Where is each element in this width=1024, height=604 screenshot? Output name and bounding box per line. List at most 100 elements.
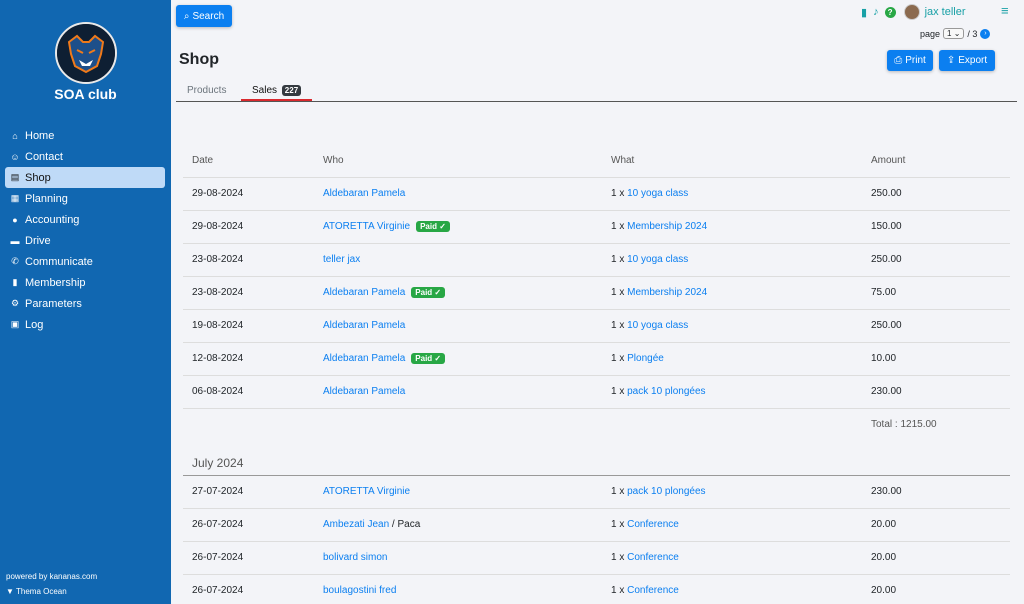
sale-date: 06-08-2024: [183, 375, 314, 409]
customer-link[interactable]: Aldebaran Pamela: [323, 386, 405, 397]
product-link[interactable]: Membership 2024: [627, 221, 707, 232]
header-date[interactable]: Date: [183, 144, 314, 178]
sale-what-cell: 1 x 10 yoga class: [602, 243, 862, 277]
table-row: 12-08-2024 Aldebaran Pamela Paid ✓ 1 x Plon…: [183, 342, 1010, 376]
calendar-icon: ▦: [10, 193, 20, 203]
sidebar-item-communicate[interactable]: ✆ Communicate: [5, 251, 165, 272]
username-link[interactable]: jax teller: [925, 6, 966, 18]
sale-amount: 20.00: [862, 508, 1010, 542]
sidebar-item-membership[interactable]: ▮ Membership: [5, 272, 165, 293]
powered-by-text[interactable]: powered by kananas.com: [6, 572, 97, 581]
customer-link[interactable]: Aldebaran Pamela: [323, 287, 405, 298]
theme-label[interactable]: ▼ Thema Ocean: [6, 587, 67, 596]
table-row: 19-08-2024 Aldebaran Pamela 1 x 10 yoga cl…: [183, 309, 1010, 343]
sidebar-item-shop[interactable]: ▤ Shop: [5, 167, 165, 188]
sale-what-cell: 1 x Plongée: [602, 342, 862, 376]
sidebar-item-accounting[interactable]: ● Accounting: [5, 209, 165, 230]
next-page-icon[interactable]: ›: [980, 28, 991, 39]
table-row: 29-08-2024 ATORETTA Virginie Paid ✓ 1 x Mem…: [183, 210, 1010, 244]
search-icon: ⌕: [183, 10, 190, 22]
table-row: 26-07-2024 boulagostini fred 1 x Conferenc…: [183, 574, 1010, 604]
sidebar-item-home[interactable]: ⌂ Home: [5, 125, 165, 146]
table-row: 27-07-2024 ATORETTA Virginie 1 x pack 10 p…: [183, 475, 1010, 509]
sale-what-cell: 1 x Membership 2024: [602, 210, 862, 244]
sidebar-item-planning[interactable]: ▦ Planning: [5, 188, 165, 209]
sidebar-item-contact[interactable]: ☺ Contact: [5, 146, 165, 167]
avatar[interactable]: [903, 4, 920, 20]
product-link[interactable]: pack 10 plongées: [627, 386, 705, 397]
product-link[interactable]: Conference: [627, 519, 679, 530]
page-title: Shop: [179, 51, 219, 68]
tab-products[interactable]: Products: [187, 85, 226, 96]
paint-roller-icon: ▼: [6, 587, 14, 596]
product-link[interactable]: 10 yoga class: [627, 320, 688, 331]
sidebar-item-parameters[interactable]: ⚙ Parameters: [5, 293, 165, 314]
product-link[interactable]: Plongée: [627, 353, 664, 364]
customer-link[interactable]: Ambezati Jean: [323, 519, 389, 530]
product-link[interactable]: Membership 2024: [627, 287, 707, 298]
bookmark-icon[interactable]: ▮: [861, 6, 867, 19]
paid-badge: Paid ✓: [411, 353, 446, 364]
customer-extra: / Paca: [389, 519, 421, 530]
customer-link[interactable]: ATORETTA Virginie: [323, 486, 410, 497]
tab-sales-label: Sales: [252, 85, 278, 96]
sidebar-item-drive[interactable]: ▬ Drive: [5, 230, 165, 251]
product-link[interactable]: 10 yoga class: [627, 254, 688, 265]
search-button[interactable]: ⌕ Search: [176, 5, 232, 27]
help-icon[interactable]: ?: [884, 6, 896, 18]
customer-link[interactable]: Aldebaran Pamela: [323, 188, 405, 199]
sidebar-item-label: Shop: [25, 171, 51, 184]
customer-link[interactable]: Aldebaran Pamela: [323, 320, 405, 331]
sale-what-cell: 1 x Conference: [602, 541, 862, 575]
sale-who-cell: boulagostini fred: [314, 574, 602, 604]
product-link[interactable]: pack 10 plongées: [627, 486, 705, 497]
table-row: 29-08-2024 Aldebaran Pamela 1 x 10 yoga cl…: [183, 177, 1010, 211]
sidebar-item-label: Planning: [25, 192, 68, 205]
export-button-label: Export: [958, 55, 988, 66]
pagination: page 1 ⌄ / 3 ›: [920, 28, 991, 39]
home-icon: ⌂: [12, 130, 18, 141]
table-row: 23-08-2024 teller jax 1 x 10 yoga class 250…: [183, 243, 1010, 277]
sale-qty: 1 x: [611, 320, 625, 331]
users-icon: ☺: [10, 151, 20, 162]
export-icon: ⇪: [946, 55, 956, 66]
product-link[interactable]: Conference: [627, 552, 679, 563]
hamburger-menu-icon[interactable]: ≡: [1001, 3, 1009, 18]
table-row: 06-08-2024 Aldebaran Pamela 1 x pack 10 pl…: [183, 375, 1010, 409]
club-logo: [55, 22, 117, 84]
customer-link[interactable]: boulagostini fred: [323, 585, 396, 596]
drive-icon: ▬: [10, 235, 20, 246]
page-select[interactable]: 1 ⌄: [943, 28, 965, 39]
theme-name: Thema Ocean: [16, 587, 67, 596]
customer-link[interactable]: Aldebaran Pamela: [323, 353, 405, 364]
month-heading-row: July 2024: [183, 441, 1010, 476]
sale-date: 29-08-2024: [183, 210, 314, 244]
sidebar-item-label: Communicate: [25, 255, 93, 268]
sale-date: 19-08-2024: [183, 309, 314, 343]
header-what[interactable]: What: [602, 144, 862, 178]
bell-icon[interactable]: ♪: [873, 6, 879, 18]
sale-who-cell: Aldebaran Pamela: [314, 375, 602, 409]
sale-what-cell: 1 x Conference: [602, 508, 862, 542]
customer-link[interactable]: bolivard simon: [323, 552, 387, 563]
book-icon: ▣: [10, 319, 20, 329]
sale-who-cell: teller jax: [314, 243, 602, 277]
tab-sales[interactable]: Sales 227: [252, 85, 302, 96]
product-link[interactable]: Conference: [627, 585, 679, 596]
sidebar-item-log[interactable]: ▣ Log: [5, 314, 165, 335]
sale-qty: 1 x: [611, 585, 625, 596]
header-amount[interactable]: Amount: [862, 144, 1010, 178]
sale-qty: 1 x: [611, 287, 625, 298]
sale-qty: 1 x: [611, 188, 625, 199]
sale-qty: 1 x: [611, 254, 625, 265]
sidebar-nav: ⌂ Home ☺ Contact ▤ Shop ▦ Planning ● Accounting ▬ D…: [5, 125, 165, 335]
export-button[interactable]: ⇪ Export: [939, 50, 995, 71]
search-button-label: Search: [192, 10, 225, 22]
print-button[interactable]: ⎙ Print: [887, 50, 933, 71]
customer-link[interactable]: teller jax: [323, 254, 360, 265]
product-link[interactable]: 10 yoga class: [627, 188, 688, 199]
sale-amount: 10.00: [862, 342, 1010, 376]
header-who[interactable]: Who: [314, 144, 602, 178]
customer-link[interactable]: ATORETTA Virginie: [323, 221, 410, 232]
sale-what-cell: 1 x 10 yoga class: [602, 177, 862, 211]
